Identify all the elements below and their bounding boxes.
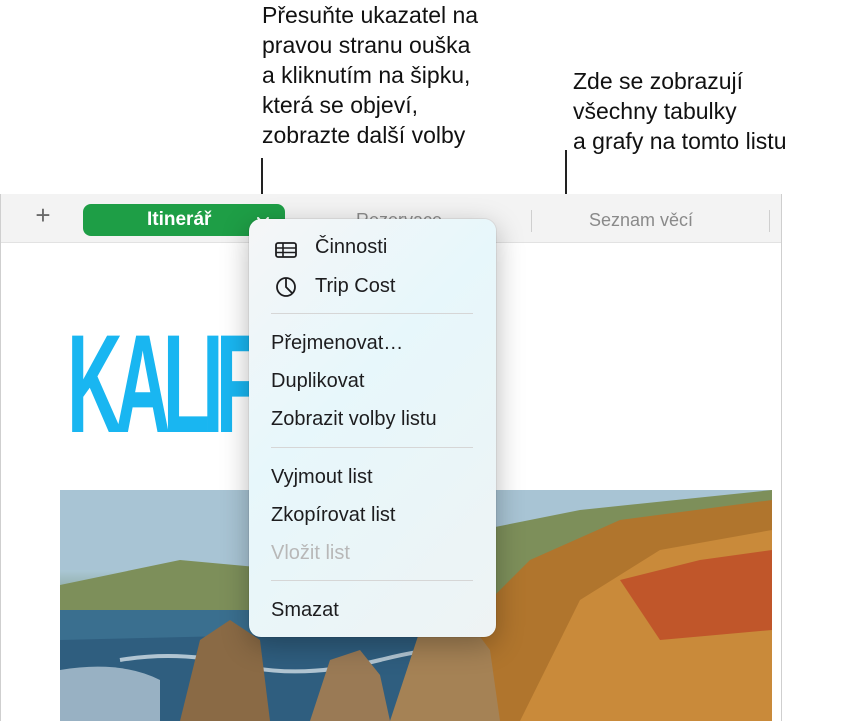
menu-item-label: Zkopírovat list xyxy=(271,504,396,526)
menu-item-label: Zobrazit volby listu xyxy=(271,408,437,430)
menu-item-label: Vyjmout list xyxy=(271,466,373,488)
menu-item-cut-sheet[interactable]: Vyjmout list xyxy=(249,461,496,493)
tab-divider xyxy=(531,210,532,232)
menu-divider xyxy=(271,313,473,314)
menu-item-delete[interactable]: Smazat xyxy=(249,594,496,626)
menu-item-label: Přejmenovat… xyxy=(271,332,404,354)
menu-item-paste-sheet: Vložit list xyxy=(249,537,496,569)
menu-item-label: Vložit list xyxy=(271,542,350,564)
menu-item-show-sheet-options[interactable]: Zobrazit volby listu xyxy=(249,403,496,435)
menu-item-label: Trip Cost xyxy=(315,275,396,297)
menu-item-rename[interactable]: Přejmenovat… xyxy=(249,327,496,359)
menu-item-copy-sheet[interactable]: Zkopírovat list xyxy=(249,499,496,531)
chart-icon xyxy=(275,276,297,297)
menu-item-label: Smazat xyxy=(271,599,339,621)
menu-divider xyxy=(271,447,473,448)
add-sheet-button[interactable]: + xyxy=(29,202,57,230)
sheet-tab-menu: Činnosti Trip Cost Přejmenovat… Duplikov… xyxy=(249,219,496,637)
menu-item-label: Duplikovat xyxy=(271,370,365,392)
tab-itinerary-label: Itinerář xyxy=(147,209,212,230)
tab-packing-list[interactable]: Seznam věcí xyxy=(589,204,729,236)
callout-tab-options: Přesuňte ukazatel na pravou stranu ouška… xyxy=(262,2,479,148)
menu-item-table-cinnosti[interactable]: Činnosti xyxy=(249,231,496,263)
callout-sheet-objects: Zde se zobrazují všechny tabulky a grafy… xyxy=(573,68,787,154)
table-icon xyxy=(275,237,297,258)
menu-item-chart-trip-cost[interactable]: Trip Cost xyxy=(249,270,496,302)
tab-divider xyxy=(769,210,770,232)
menu-divider xyxy=(271,580,473,581)
menu-item-label: Činnosti xyxy=(315,236,388,258)
menu-item-duplicate[interactable]: Duplikovat xyxy=(249,365,496,397)
